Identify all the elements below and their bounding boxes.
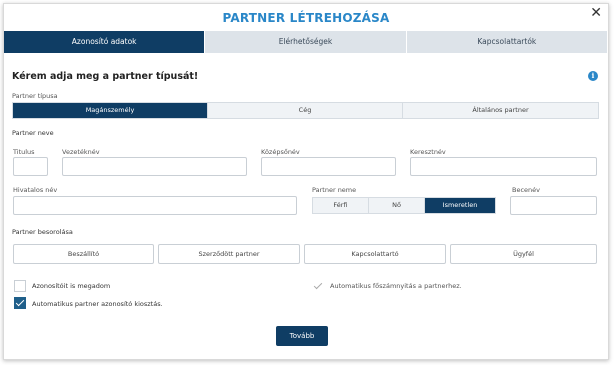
partner-type-general[interactable]: Általános partner [403, 103, 598, 118]
gender-unknown[interactable]: Ismeretlen [425, 198, 495, 213]
titulus-input[interactable] [13, 157, 48, 176]
classification-contracted-partner-button[interactable]: Szerződött partner [158, 244, 300, 264]
partner-type-company[interactable]: Cég [208, 103, 403, 118]
tab-contacts[interactable]: Elérhetőségek [205, 31, 407, 53]
auto-ledger-label: Automatikus főszámnyitás a partnerhez. [330, 282, 462, 290]
auto-partner-id-checkbox[interactable] [14, 297, 26, 309]
keresztnev-label: Keresztnév [410, 148, 446, 156]
partner-type-label: Partner típusa [12, 92, 58, 100]
gender-male[interactable]: Férfi [313, 198, 369, 213]
gender-label: Partner neme [312, 186, 357, 194]
classification-supplier-button[interactable]: Beszállító [13, 244, 154, 264]
own-ids-label: Azonosítóit is megadom [32, 282, 111, 290]
titulus-label: Titulus [13, 148, 35, 156]
form-heading: Kérem adja meg a partner típusát! [12, 71, 199, 82]
tab-bar: Azonosító adatok Elérhetőségek Kapcsolat… [4, 31, 608, 53]
close-icon[interactable]: ✕ [590, 6, 602, 20]
classification-label: Partner besorolása [12, 228, 73, 236]
info-icon[interactable]: i [588, 71, 598, 81]
tab-contact-persons[interactable]: Kapcsolattartók [406, 31, 608, 53]
vezeteknev-label: Vezetéknév [62, 148, 100, 156]
next-button[interactable]: Tovább [276, 326, 328, 346]
auto-ledger-checkbox[interactable] [312, 280, 324, 292]
classification-contact-person-button[interactable]: Kapcsolattartó [304, 244, 446, 264]
classification-customer-button[interactable]: Ügyfél [450, 244, 597, 264]
partner-create-dialog: PARTNER LÉTREHOZÁSA ✕ Azonosító adatok E… [3, 3, 609, 360]
dialog-title: PARTNER LÉTREHOZÁSA [222, 11, 390, 25]
keresztnev-input[interactable] [410, 157, 597, 176]
nickname-label: Becenév [512, 186, 540, 194]
auto-partner-id-label: Automatikus partner azonosító kiosztás. [32, 300, 163, 308]
nickname-input[interactable] [510, 196, 597, 215]
kozepsonev-label: Középsőnév [261, 148, 300, 156]
partner-name-section-label: Partner neve [12, 129, 54, 137]
official-name-input[interactable] [13, 196, 297, 215]
gender-selector: Férfi Nő Ismeretlen [312, 197, 496, 214]
vezeteknev-input[interactable] [62, 157, 247, 176]
partner-type-individual[interactable]: Magánszemély [13, 103, 208, 118]
official-name-label: Hivatalos név [13, 186, 58, 194]
partner-type-selector: Magánszemély Cég Általános partner [12, 102, 599, 119]
kozepsonev-input[interactable] [261, 157, 396, 176]
tab-identifiers[interactable]: Azonosító adatok [4, 31, 206, 53]
gender-female[interactable]: Nő [369, 198, 425, 213]
own-ids-checkbox[interactable] [14, 280, 26, 292]
